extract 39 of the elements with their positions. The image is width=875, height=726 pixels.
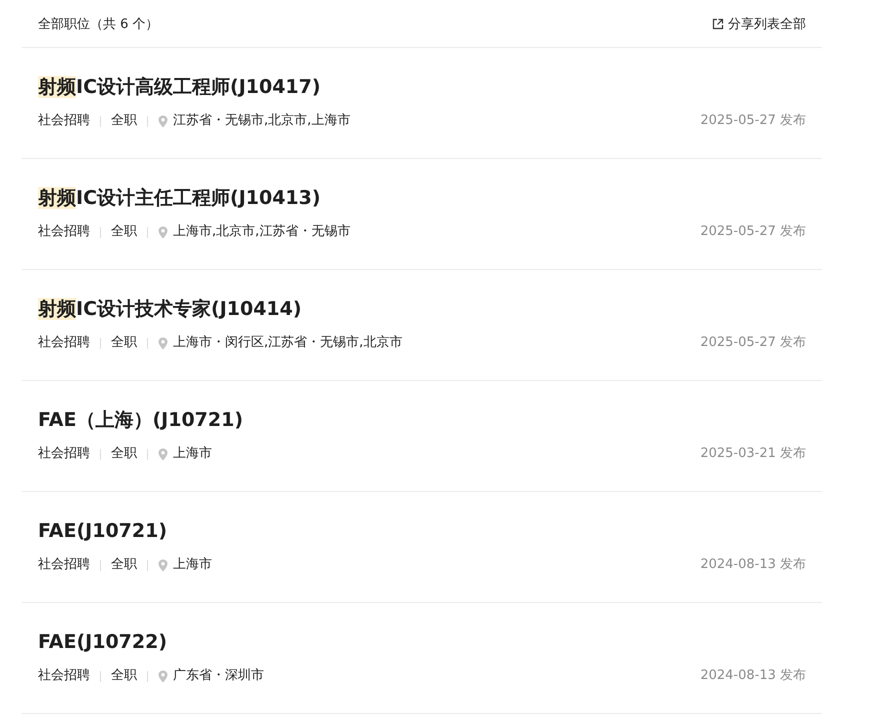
recruit-type: 社会招聘 [38, 223, 90, 241]
share-icon [712, 18, 724, 30]
recruit-type: 社会招聘 [38, 334, 90, 352]
share-all-link[interactable]: 分享列表全部 [712, 14, 806, 32]
list-heading: 全部职位（共 6 个） [38, 16, 159, 32]
location-pin-icon [158, 114, 168, 128]
job-location: 上海市 [173, 445, 212, 463]
publish-date: 2025-05-27 发布 [700, 112, 806, 130]
job-schedule: 全职 [111, 556, 137, 574]
job-title[interactable]: FAE（上海）(J10721) [38, 407, 244, 433]
job-title[interactable]: 射频IC设计高级工程师(J10417) [38, 74, 321, 100]
recruit-type: 社会招聘 [38, 112, 90, 130]
job-schedule: 全职 [111, 223, 137, 241]
job-title[interactable]: 射频IC设计技术专家(J10414) [38, 296, 302, 322]
job-schedule: 全职 [111, 334, 137, 352]
job-location: 上海市 [173, 556, 212, 574]
job-location: 广东省・深圳市 [173, 667, 264, 685]
job-schedule: 全职 [111, 667, 137, 685]
recruit-type: 社会招聘 [38, 445, 90, 463]
job-location: 江苏省・无锡市,北京市,上海市 [173, 112, 350, 130]
job-title[interactable]: FAE(J10722) [38, 629, 168, 655]
job-schedule: 全职 [111, 445, 137, 463]
job-title[interactable]: 射频IC设计主任工程师(J10413) [38, 185, 321, 211]
publish-date: 2025-05-27 发布 [700, 334, 806, 352]
location-pin-icon [158, 670, 168, 682]
publish-date: 2025-03-21 发布 [700, 445, 806, 463]
recruit-type: 社会招聘 [38, 667, 90, 685]
location-pin-icon [158, 558, 168, 572]
job-location: 上海市・闵行区,江苏省・无锡市,北京市 [173, 334, 402, 352]
publish-date: 2024-08-13 发布 [700, 556, 806, 574]
job-schedule: 全职 [111, 112, 137, 130]
job-location: 上海市,北京市,江苏省・无锡市 [173, 223, 350, 241]
recruit-type: 社会招聘 [38, 556, 90, 574]
publish-date: 2025-05-27 发布 [700, 223, 806, 241]
publish-date: 2024-08-13 发布 [700, 667, 806, 685]
job-title[interactable]: FAE(J10721) [38, 518, 168, 544]
location-pin-icon [158, 448, 168, 460]
location-pin-icon [158, 336, 168, 350]
location-pin-icon [158, 226, 168, 238]
